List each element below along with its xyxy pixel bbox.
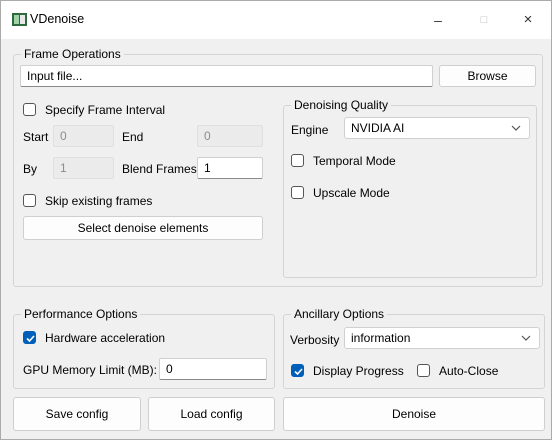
hardware-acceleration-checkbox[interactable] (23, 331, 36, 344)
display-progress-checkbox[interactable] (291, 364, 304, 377)
verbosity-select[interactable]: information (344, 327, 540, 349)
vdenoise-window: VDenoise – □ × Frame Operations Input fi… (0, 0, 552, 440)
browse-button[interactable]: Browse (439, 65, 536, 87)
performance-options-title: Performance Options (21, 307, 141, 321)
display-progress-label: Display Progress (313, 364, 404, 378)
maximize-button[interactable]: □ (461, 1, 507, 39)
by-field[interactable]: 1 (53, 157, 114, 179)
verbosity-label: Verbosity (290, 333, 340, 347)
input-file-field[interactable]: Input file... (20, 65, 433, 87)
load-config-button[interactable]: Load config (148, 397, 275, 431)
blend-frames-field[interactable]: 1 (197, 157, 263, 179)
auto-close-checkbox[interactable] (417, 364, 430, 377)
temporal-mode-label: Temporal Mode (313, 154, 396, 168)
select-denoise-elements-button[interactable]: Select denoise elements (23, 216, 263, 240)
close-button[interactable]: × (505, 1, 551, 39)
save-config-button[interactable]: Save config (13, 397, 141, 431)
skip-existing-label: Skip existing frames (45, 194, 153, 208)
specify-interval-checkbox[interactable] (23, 103, 36, 116)
blend-frames-label: Blend Frames (122, 162, 197, 176)
hardware-acceleration-label: Hardware acceleration (45, 331, 166, 345)
end-field[interactable]: 0 (197, 125, 263, 147)
verbosity-value: information (351, 331, 411, 345)
chevron-down-icon (511, 125, 521, 131)
upscale-mode-label: Upscale Mode (313, 186, 390, 200)
ancillary-options-title: Ancillary Options (291, 307, 388, 321)
denoise-button[interactable]: Denoise (283, 397, 545, 431)
end-label: End (122, 130, 144, 144)
start-field[interactable]: 0 (53, 125, 114, 147)
title-bar: VDenoise – □ × (1, 1, 551, 39)
app-icon (12, 13, 27, 26)
by-label: By (23, 162, 38, 176)
auto-close-label: Auto-Close (439, 364, 499, 378)
specify-interval-label: Specify Frame Interval (45, 103, 166, 117)
gpu-memory-label: GPU Memory Limit (MB): (23, 363, 158, 377)
upscale-mode-checkbox[interactable] (291, 186, 304, 199)
chevron-down-icon (521, 335, 531, 341)
temporal-mode-checkbox[interactable] (291, 154, 304, 167)
window-title: VDenoise (30, 12, 85, 26)
frame-operations-title: Frame Operations (21, 47, 124, 61)
engine-select[interactable]: NVIDIA AI (344, 117, 530, 139)
checkmark-icon (294, 368, 303, 376)
minimize-button[interactable]: – (415, 1, 461, 39)
engine-label: Engine (291, 123, 329, 137)
denoising-quality-title: Denoising Quality (291, 98, 392, 112)
engine-value: NVIDIA AI (351, 121, 405, 135)
checkmark-icon (26, 335, 35, 343)
skip-existing-checkbox[interactable] (23, 194, 36, 207)
gpu-memory-field[interactable]: 0 (159, 358, 267, 380)
start-label: Start (23, 130, 49, 144)
